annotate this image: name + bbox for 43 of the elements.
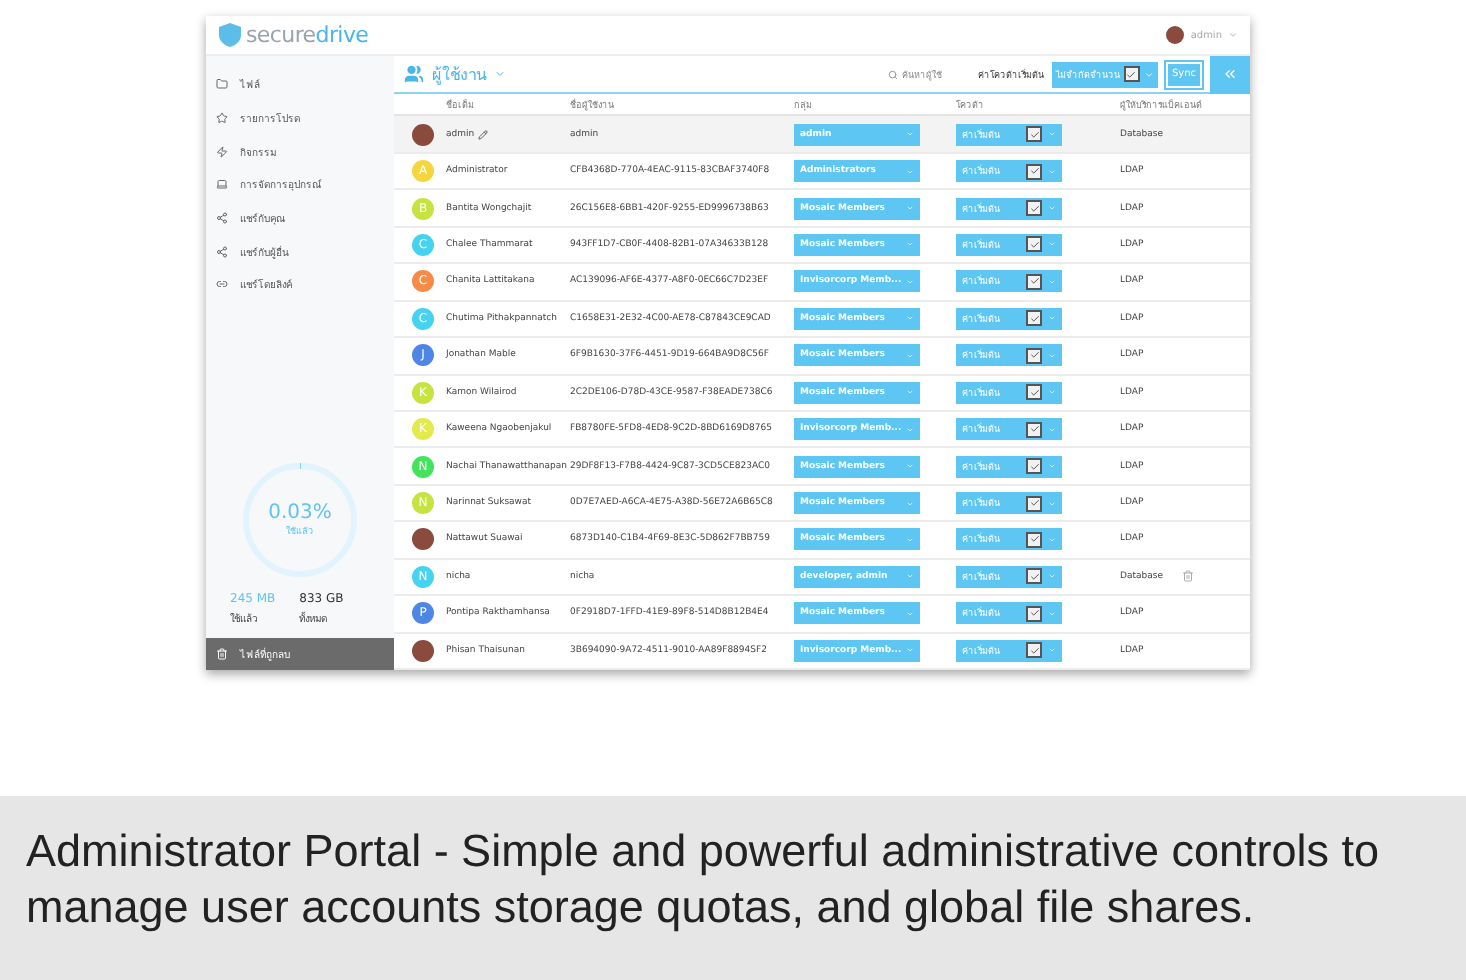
- check-icon: [1029, 608, 1039, 619]
- caret-icon: [1228, 30, 1238, 40]
- shield-logo-icon: [218, 22, 242, 48]
- folder-icon: [216, 78, 228, 91]
- check-icon: [1029, 239, 1039, 250]
- check-icon: [1029, 203, 1039, 214]
- check-icon: [1029, 350, 1039, 361]
- check-icon: [1029, 424, 1039, 435]
- check-icon: [1029, 461, 1039, 472]
- pencil-icon[interactable]: [478, 129, 489, 140]
- avatar-photo-placeholder: [1166, 26, 1185, 44]
- link-icon: [216, 278, 228, 291]
- share-icon: [216, 245, 228, 258]
- check-icon: [1126, 69, 1137, 79]
- trash-icon: [216, 648, 228, 660]
- trash-icon[interactable]: [1182, 570, 1194, 583]
- caption-text: Administrator Portal - Simple and powerful administrative controls to manage user accounts storage quotas, and global file shares.: [26, 824, 1382, 936]
- search-icon: [887, 69, 898, 79]
- usage-percent: 0.03%: [268, 502, 332, 524]
- avatar-photo-placeholder: [412, 639, 434, 662]
- avatar-photo-placeholder: [412, 528, 434, 551]
- avatar-photo-placeholder: [412, 123, 434, 146]
- caret-icon: [1143, 69, 1154, 79]
- check-icon: [1029, 571, 1039, 582]
- check-icon: [1029, 534, 1039, 545]
- double-chevron-icon: [1222, 66, 1238, 82]
- page-title: ผู้ใช้งาน: [432, 63, 486, 87]
- caret-icon[interactable]: [494, 68, 506, 80]
- logo-text: securedrive: [246, 22, 369, 48]
- collapse-button[interactable]: [1210, 55, 1250, 93]
- laptop-icon: [216, 178, 228, 191]
- lightning-icon: [216, 145, 228, 158]
- users-icon: [404, 64, 424, 84]
- share-icon: [216, 212, 228, 225]
- check-icon: [1029, 387, 1039, 398]
- check-icon: [1029, 129, 1039, 140]
- storage-ring-meter: [240, 460, 360, 580]
- check-icon: [1029, 645, 1039, 656]
- check-icon: [1029, 313, 1039, 324]
- check-icon: [1029, 276, 1039, 287]
- check-icon: [1029, 498, 1039, 509]
- check-icon: [1029, 166, 1039, 177]
- star-icon: [216, 112, 228, 125]
